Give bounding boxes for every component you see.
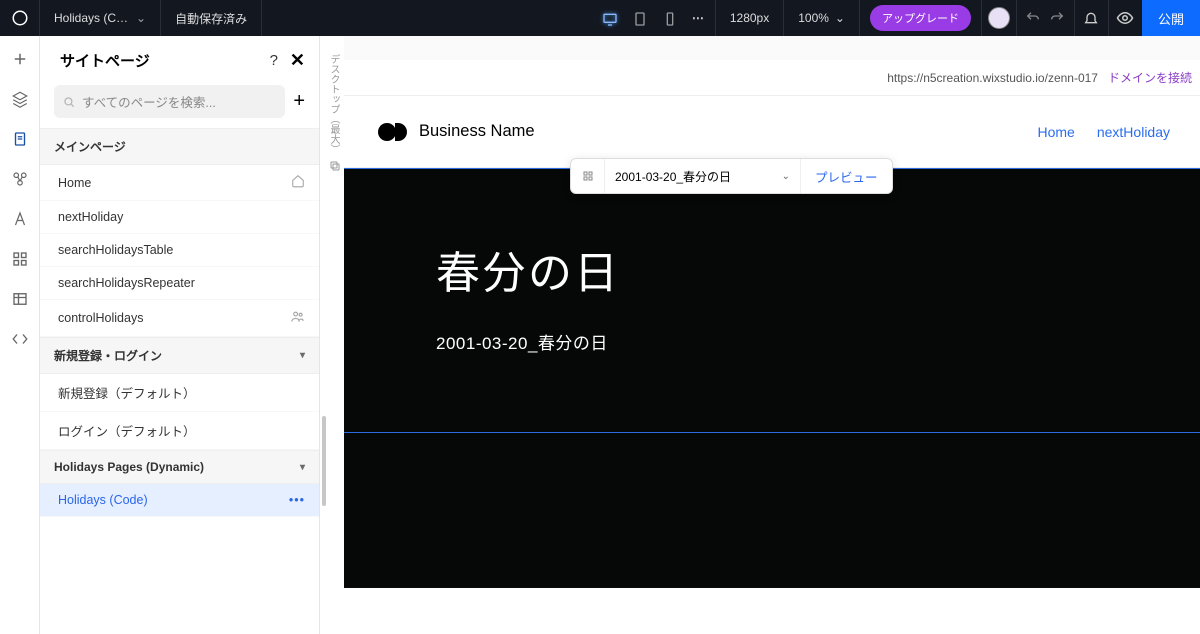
cms-icon[interactable] [11,290,29,308]
brand-logo [378,123,407,141]
record-selector[interactable]: 2001-03-20_春分の日 ⌄ [605,159,801,193]
members-icon [290,309,305,327]
chevron-down-icon: ⌄ [782,171,790,182]
chevron-down-icon: ⌄ [835,11,845,25]
hero-subtitle: 2001-03-20_春分の日 [436,329,1200,354]
code-icon[interactable] [11,330,29,348]
layers-icon[interactable] [11,90,29,108]
close-icon[interactable]: ✕ [290,50,305,71]
add-page-icon[interactable]: + [293,90,305,113]
publish-button[interactable]: 公開 [1142,0,1200,36]
design-icon[interactable] [11,170,29,188]
breakpoint-label: デスクトップ（最大） [326,54,341,154]
panel-scrollbar[interactable] [320,36,326,634]
left-rail [0,36,40,634]
canvas-width[interactable]: 1280px [716,0,784,36]
preview-url: https://n5creation.wixstudio.io/zenn-017 [887,71,1098,85]
page-item-signup-default[interactable]: 新規登録（デフォルト） [40,374,319,412]
breakpoint-strip: デスクトップ（最大） [326,36,344,634]
copy-icon[interactable] [326,160,344,175]
zoom-level[interactable]: 100%⌄ [784,0,860,36]
caret-down-icon: ▾ [300,462,305,473]
group-main-pages[interactable]: メインページ [40,128,319,165]
group-dynamic-pages[interactable]: Holidays Pages (Dynamic)▾ [40,450,319,484]
mobile-icon[interactable] [662,11,678,25]
preview-page: https://n5creation.wixstudio.io/zenn-017… [344,60,1200,634]
autosave-status: 自動保存済み [161,0,262,36]
main-area: サイトページ ? ✕ すべてのページを検索... + メインページ Home n… [0,36,1200,634]
page-item-search-repeater[interactable]: searchHolidaysRepeater [40,267,319,300]
redo-icon[interactable] [1040,0,1074,36]
pages-panel: サイトページ ? ✕ すべてのページを検索... + メインページ Home n… [40,36,320,634]
more-breakpoints-icon[interactable]: ⋯ [692,11,705,25]
record-selector-label: 2001-03-20_春分の日 [615,168,731,185]
notifications-icon[interactable] [1074,0,1108,36]
nav-nextholiday[interactable]: nextHoliday [1097,124,1170,140]
chevron-left-icon[interactable]: 〈 [1194,62,1200,79]
preview-button[interactable]: プレビュー [801,159,892,193]
help-icon[interactable]: ? [270,52,278,69]
top-bar: Holidays (C… ⌄ 自動保存済み ⋯ 1280px 100%⌄ アップ… [0,0,1200,36]
page-item-home[interactable]: Home [40,165,319,201]
upgrade-button[interactable]: アップグレード [870,5,971,31]
page-switcher[interactable]: Holidays (C… ⌄ [40,0,161,36]
hero-title: 春分の日 [436,237,1200,301]
page-item-control-holidays[interactable]: controlHolidays [40,300,319,337]
brand-name: Business Name [419,122,535,141]
upgrade-cell: アップグレード [860,0,982,36]
text-icon[interactable] [11,210,29,228]
nav-home[interactable]: Home [1037,124,1074,140]
apps-icon[interactable] [11,250,29,268]
search-input[interactable]: すべてのページを検索... [54,85,285,118]
page-item-nextholiday[interactable]: nextHoliday [40,201,319,234]
search-icon [62,95,76,109]
section-below-hero[interactable] [344,433,1200,588]
page-item-search-table[interactable]: searchHolidaysTable [40,234,319,267]
caret-down-icon: ▾ [300,350,305,361]
tablet-icon[interactable] [632,11,648,25]
user-avatar[interactable] [982,0,1016,36]
desktop-icon[interactable] [602,11,618,25]
preview-icon[interactable] [1108,0,1142,36]
page-item-holidays-code[interactable]: Holidays (Code) ••• [40,484,319,517]
search-placeholder: すべてのページを検索... [82,92,216,111]
dynamic-data-bar: 2001-03-20_春分の日 ⌄ プレビュー [570,158,893,194]
more-icon[interactable]: ••• [289,493,305,507]
canvas[interactable]: https://n5creation.wixstudio.io/zenn-017… [344,36,1200,634]
connect-domain-link[interactable]: ドメインを接続 [1108,69,1192,86]
pages-icon[interactable] [11,130,29,148]
group-signup-login[interactable]: 新規登録・ログイン▾ [40,337,319,374]
site-nav: Home nextHoliday [1037,124,1170,140]
hero-section[interactable]: 春分の日 2001-03-20_春分の日 [344,168,1200,433]
page-switcher-label: Holidays (C… [54,11,128,25]
device-switcher: ⋯ [592,0,716,36]
dataset-icon[interactable] [571,159,605,193]
page-item-login-default[interactable]: ログイン（デフォルト） [40,412,319,450]
app-logo[interactable] [0,0,40,36]
home-icon [291,174,305,191]
add-icon[interactable] [11,50,29,68]
panel-title: サイトページ [60,50,150,71]
chevron-down-icon: ⌄ [136,11,146,25]
url-bar: https://n5creation.wixstudio.io/zenn-017… [344,60,1200,96]
